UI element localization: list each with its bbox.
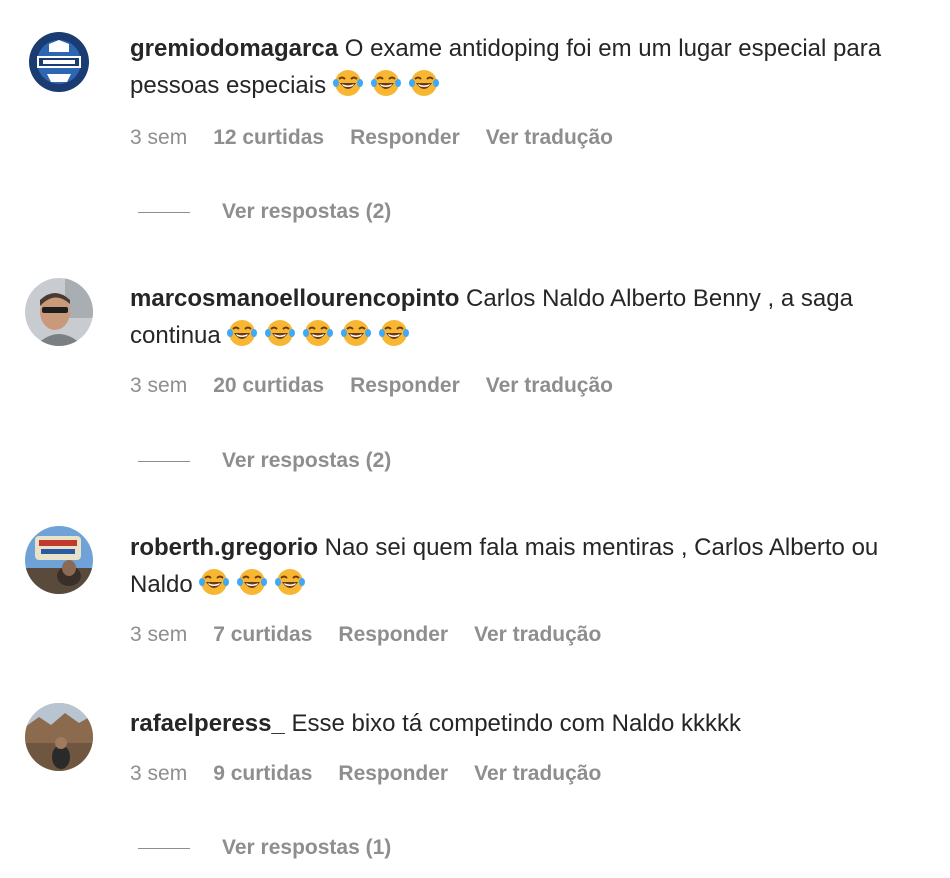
likes-count-button[interactable]: 9 curtidas xyxy=(213,760,312,788)
comment-item: rafaelperess_ Esse bixo tá competindo co… xyxy=(0,0,950,878)
comment-username[interactable]: rafaelperess_ xyxy=(130,710,285,737)
view-replies-button[interactable]: Ver respostas (1) xyxy=(138,834,391,862)
view-replies-label: Ver respostas (1) xyxy=(222,836,392,859)
reply-button[interactable]: Responder xyxy=(338,760,448,788)
comment-age: 3 sem xyxy=(130,762,188,785)
divider-line xyxy=(138,847,190,849)
translate-button[interactable]: Ver tradução xyxy=(474,760,601,788)
person-photo-avatar-icon xyxy=(25,703,93,771)
comment-text: Esse bixo tá competindo com Naldo kkkkk xyxy=(284,710,741,737)
avatar[interactable] xyxy=(25,703,93,771)
comment-meta: 3 sem 9 curtidas Responder Ver tradução xyxy=(130,760,627,788)
